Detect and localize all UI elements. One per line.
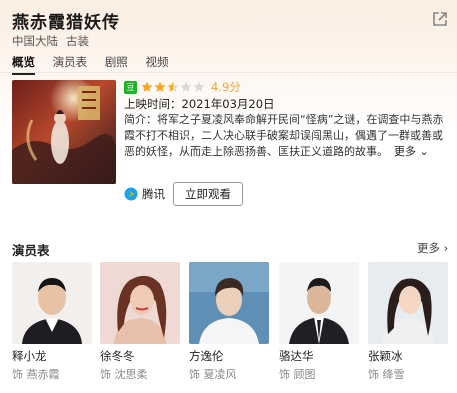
tab-stills[interactable]: 剧照 (105, 54, 128, 73)
actor-photo (12, 262, 92, 344)
synopsis-more-link[interactable]: 更多 ⌄ (394, 145, 429, 158)
cast-card[interactable]: 张颖冰 饰 绛雪 (368, 262, 448, 382)
douban-badge: 豆 (124, 80, 137, 94)
cast-card[interactable]: 徐冬冬 饰 沈思柔 (100, 262, 180, 382)
cast-card[interactable]: 骆达华 饰 顾图 (279, 262, 359, 382)
tencent-video-icon (124, 187, 138, 201)
cast-section-title: 演员表 (12, 243, 50, 258)
actor-photo (100, 262, 180, 344)
cast-card[interactable]: 释小龙 饰 燕赤霞 (12, 262, 92, 382)
star-full-icon (141, 81, 153, 92)
platform-source[interactable]: 腾讯 (124, 186, 165, 202)
actor-name: 骆达华 (279, 349, 314, 363)
genre-label: 古装 (66, 34, 89, 48)
actor-role: 饰 沈思柔 (100, 368, 148, 381)
watch-now-button[interactable]: 立即观看 (173, 182, 243, 206)
actor-role: 饰 绛雪 (368, 368, 405, 381)
actor-photo (368, 262, 448, 344)
tab-videos[interactable]: 视频 (145, 54, 168, 73)
actor-role: 饰 顾图 (279, 368, 316, 381)
actor-photo (279, 262, 359, 344)
actor-role: 饰 燕赤霞 (12, 368, 60, 381)
movie-poster[interactable] (12, 80, 116, 184)
actor-name: 徐冬冬 (100, 349, 135, 363)
platform-name: 腾讯 (142, 187, 165, 201)
star-half-icon (167, 81, 179, 92)
share-icon[interactable] (431, 10, 449, 28)
tab-divider (0, 72, 457, 73)
rating-row: 豆 4.9分 (124, 79, 241, 95)
cast-card[interactable]: 方逸伦 饰 夏凌风 (189, 262, 269, 382)
movie-meta: 中国大陆 古装 (12, 33, 97, 49)
star-empty-icon (180, 81, 192, 92)
actor-role: 饰 夏凌风 (189, 368, 237, 381)
release-date: 上映时间：2021年03月20日 (124, 97, 275, 111)
region-label: 中国大陆 (12, 34, 58, 48)
tab-cast[interactable]: 演员表 (53, 54, 88, 73)
actor-photo (189, 262, 269, 344)
star-empty-icon (193, 81, 205, 92)
cast-more-link[interactable]: 更多 › (417, 240, 448, 256)
actor-name: 方逸伦 (189, 349, 224, 363)
page-title: 燕赤霞猎妖传 (12, 13, 120, 33)
star-full-icon (154, 81, 166, 92)
actor-name: 张颖冰 (368, 349, 403, 363)
actor-name: 释小龙 (12, 349, 47, 363)
rating-score: 4.9分 (211, 80, 241, 94)
synopsis: 简介：将军之子夏凌风奉命解开民间“怪病”之谜，在调查中与燕赤霞不打不相识，二人决… (124, 112, 450, 160)
